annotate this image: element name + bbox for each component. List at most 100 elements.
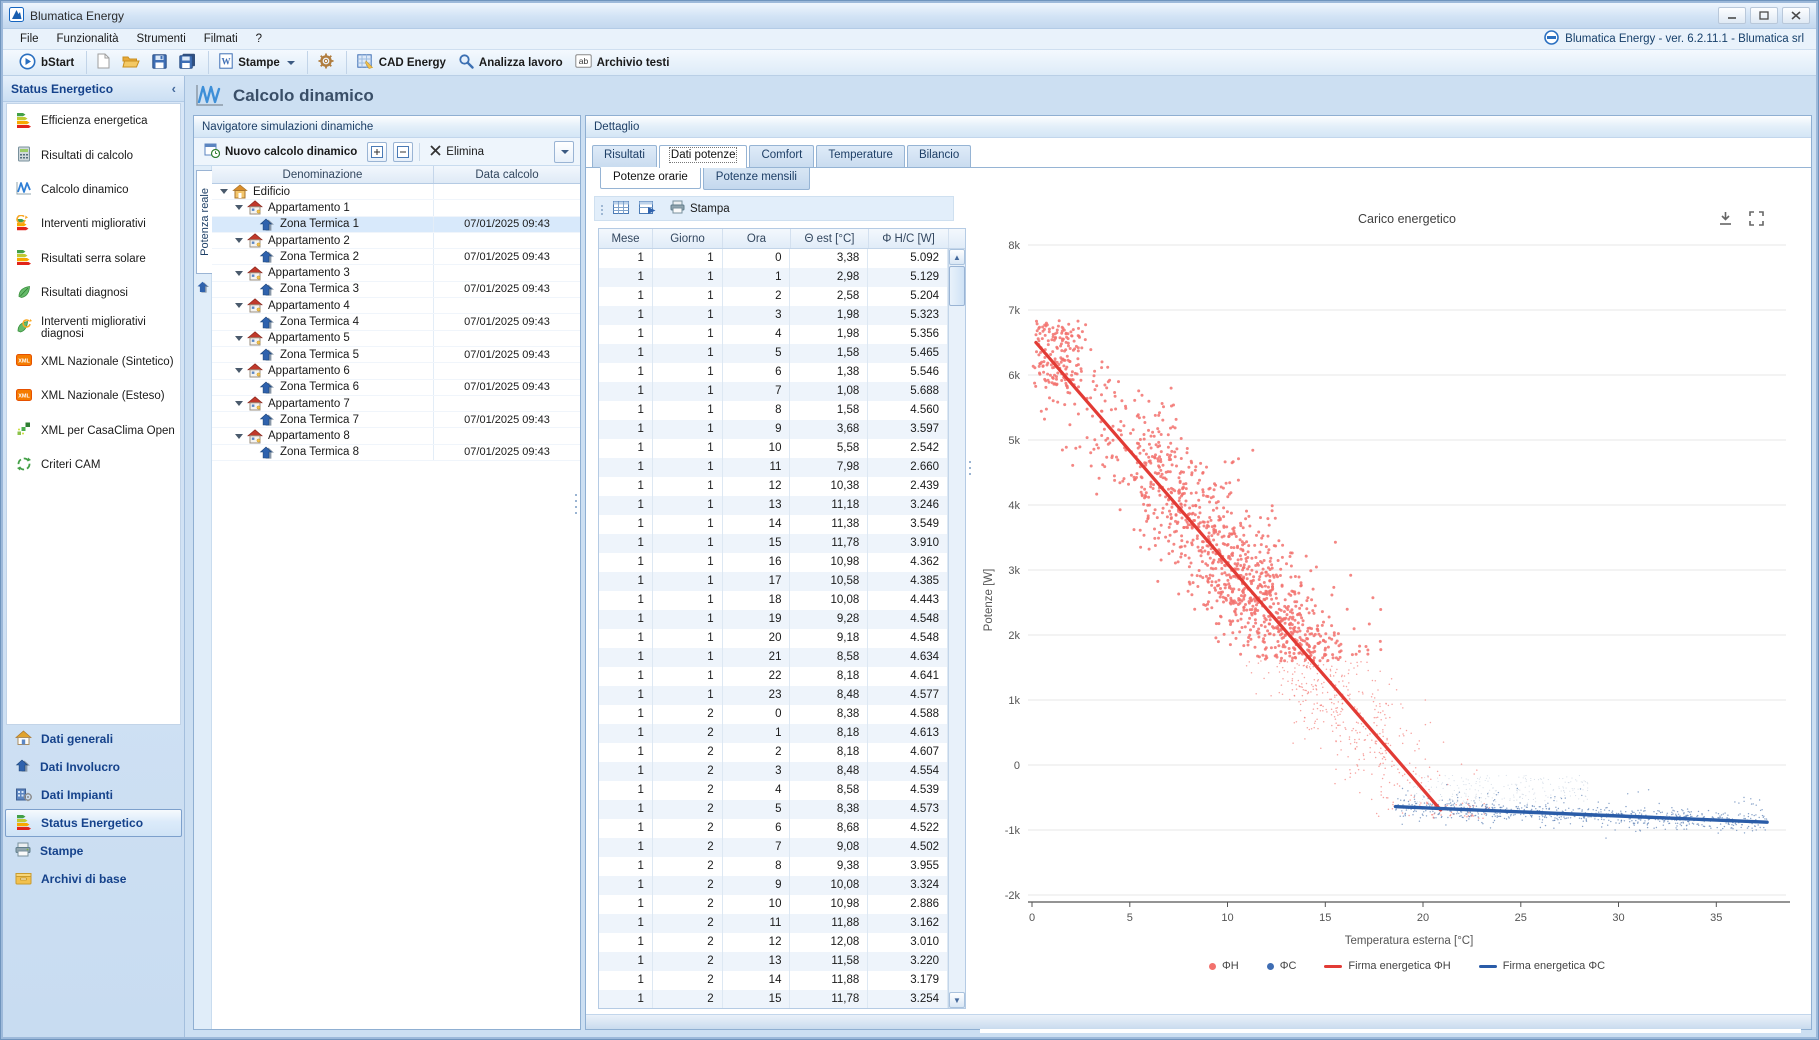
table-row[interactable]: 121511,783.254 [599, 990, 948, 1008]
legend-c[interactable]: ΦC [1267, 960, 1297, 972]
table-row[interactable]: 1238,484.554 [599, 762, 948, 781]
sidebar-item-criteri-cam[interactable]: Criteri CAM [7, 448, 180, 482]
table-row[interactable]: 11228,184.641 [599, 667, 948, 686]
tree-row-appartamento-4[interactable]: Appartamento 4 [212, 298, 580, 314]
tab-bilancio[interactable]: Bilancio [907, 145, 971, 168]
panel-splitter[interactable] [575, 494, 577, 514]
table-row[interactable]: 1141,985.356 [599, 325, 948, 344]
subtab-potenze-mensili[interactable]: Potenze mensili [703, 168, 810, 190]
tab-comfort[interactable]: Comfort [749, 145, 814, 168]
settings-button[interactable] [314, 51, 338, 74]
sidebar-nav-archivi-di-base[interactable]: Archivi di base [3, 865, 184, 893]
column-denominazione[interactable]: Denominazione [212, 166, 434, 183]
tab-temperature[interactable]: Temperature [816, 145, 905, 168]
table-row[interactable]: 1268,684.522 [599, 819, 948, 838]
legend-h[interactable]: ΦH [1209, 960, 1239, 972]
tree-row-appartamento-5[interactable]: Appartamento 5 [212, 331, 580, 347]
bstart-button[interactable]: bStart [15, 51, 78, 75]
table-row[interactable]: 121111,883.162 [599, 914, 948, 933]
chevron-down-icon[interactable] [235, 434, 243, 439]
column-giorno[interactable]: Giorno [653, 229, 723, 248]
table-chart-splitter[interactable] [969, 461, 971, 475]
tree-row-zona-termica-6[interactable]: Zona Termica 607/01/2025 09:43 [212, 380, 580, 396]
sidebar-item-risultati-serra-solare[interactable]: Risultati serra solare [7, 242, 180, 276]
delete-button[interactable]: Elimina [426, 143, 488, 161]
tree-row-appartamento-3[interactable]: Appartamento 3 [212, 265, 580, 281]
sidebar-item-calcolo-dinamico[interactable]: Calcolo dinamico [7, 173, 180, 207]
table-row[interactable]: 1289,383.955 [599, 857, 948, 876]
tree-row-appartamento-1[interactable]: Appartamento 1 [212, 200, 580, 216]
minimize-button[interactable] [1718, 7, 1746, 24]
legend-firma-energetica-h[interactable]: Firma energetica ΦH [1324, 960, 1450, 972]
tree-row-edificio[interactable]: Edificio [212, 184, 580, 200]
expand-all-button[interactable] [367, 142, 387, 162]
grid-view-icon[interactable] [613, 200, 629, 218]
chevron-down-icon[interactable] [235, 401, 243, 406]
sidebar-item-interventi-migliorativi[interactable]: Interventi migliorativi [7, 207, 180, 241]
table-row[interactable]: 1161,385.546 [599, 363, 948, 382]
analizza-lavoro-button[interactable]: Analizza lavoro [454, 51, 567, 74]
table-row[interactable]: 1151,585.465 [599, 344, 948, 363]
table-row[interactable]: 11199,284.548 [599, 610, 948, 629]
table-row[interactable]: 1248,584.539 [599, 781, 948, 800]
table-row[interactable]: 1279,084.502 [599, 838, 948, 857]
table-row[interactable]: 1208,384.588 [599, 705, 948, 724]
tab-potenza-reale[interactable]: Potenza reale [196, 170, 212, 274]
save-all-button[interactable] [175, 51, 200, 74]
table-row[interactable]: 11238,484.577 [599, 686, 948, 705]
table-row[interactable]: 121212,083.010 [599, 933, 948, 952]
table-row[interactable]: 1218,184.613 [599, 724, 948, 743]
table-row[interactable]: 11218,584.634 [599, 648, 948, 667]
sidebar-item-efficienza-energetica[interactable]: Efficienza energetica [7, 104, 180, 138]
legend-firma-energetica-c[interactable]: Firma energetica ΦC [1479, 960, 1605, 972]
table-row[interactable]: 121311,583.220 [599, 952, 948, 971]
table-scrollbar[interactable]: ▲ ▼ [948, 249, 965, 1008]
tab-risultati[interactable]: Risultati [592, 145, 657, 168]
tree-row-zona-termica-7[interactable]: Zona Termica 707/01/2025 09:43 [212, 412, 580, 428]
table-row[interactable]: 11117,982.660 [599, 458, 948, 477]
chevron-down-icon[interactable] [235, 368, 243, 373]
sidebar-item-xml-nazionale-esteso[interactable]: XMLXML Nazionale (Esteso) [7, 379, 180, 413]
cad-energy-button[interactable]: CAD Energy [353, 51, 450, 74]
sidebar-nav-dati-generali[interactable]: Dati generali [3, 725, 184, 753]
tree-row-zona-termica-4[interactable]: Zona Termica 407/01/2025 09:43 [212, 314, 580, 330]
close-button[interactable] [1782, 7, 1810, 24]
table-row[interactable]: 1228,184.607 [599, 743, 948, 762]
table-row[interactable]: 11209,184.548 [599, 629, 948, 648]
table-row[interactable]: 11105,582.542 [599, 439, 948, 458]
chevron-down-icon[interactable] [235, 303, 243, 308]
menu-funzionalit[interactable]: Funzionalità [48, 31, 128, 47]
scroll-down-icon[interactable]: ▼ [949, 992, 965, 1008]
archivio-testi-button[interactable]: abArchivio testi [571, 52, 674, 73]
sidebar-item-interventi-migliorativi-diagnosi[interactable]: Interventi migliorativi diagnosi [7, 310, 180, 344]
table-row[interactable]: 1122,585.204 [599, 287, 948, 306]
table-row[interactable]: 1258,384.573 [599, 800, 948, 819]
toolbar-grip[interactable] [601, 205, 603, 207]
new-calc-button[interactable]: Nuovo calcolo dinamico [200, 140, 361, 163]
menu-filmati[interactable]: Filmati [195, 31, 247, 47]
column-ora[interactable]: Ora [723, 229, 791, 248]
table-row[interactable]: 1171,085.688 [599, 382, 948, 401]
tree-row-zona-termica-3[interactable]: Zona Termica 307/01/2025 09:43 [212, 282, 580, 298]
navigator-dropdown-button[interactable] [554, 141, 574, 163]
stampe-button[interactable]: WStampe [215, 51, 299, 74]
scroll-up-icon[interactable]: ▲ [949, 249, 965, 265]
sidebar-item-risultati-diagnosi[interactable]: Risultati diagnosi [7, 276, 180, 310]
sidebar-nav-stampe[interactable]: Stampe [3, 837, 184, 865]
column-est-c[interactable]: Θ est [°C] [791, 229, 869, 248]
tree-row-zona-termica-1[interactable]: Zona Termica 107/01/2025 09:43 [212, 217, 580, 233]
table-row[interactable]: 121411,883.179 [599, 971, 948, 990]
table-row[interactable]: 111610,984.362 [599, 553, 948, 572]
table-row[interactable]: 1112,985.129 [599, 268, 948, 287]
column-h-c-w[interactable]: Φ H/C [W] [869, 229, 949, 248]
tree-row-zona-termica-5[interactable]: Zona Termica 507/01/2025 09:43 [212, 347, 580, 363]
sidebar-item-risultati-di-calcolo[interactable]: Risultati di calcolo [7, 138, 180, 172]
column-data-calcolo[interactable]: Data calcolo [434, 166, 580, 183]
table-row[interactable]: 111411,383.549 [599, 515, 948, 534]
print-button[interactable]: Stampa [666, 198, 734, 219]
sidebar-item-xml-per-casaclima-open[interactable]: XML per CasaClima Open [7, 414, 180, 448]
menu-file[interactable]: File [11, 31, 48, 47]
table-row[interactable]: 1103,385.092 [599, 249, 948, 268]
table-row[interactable]: 1131,985.323 [599, 306, 948, 325]
chevron-down-icon[interactable] [235, 336, 243, 341]
